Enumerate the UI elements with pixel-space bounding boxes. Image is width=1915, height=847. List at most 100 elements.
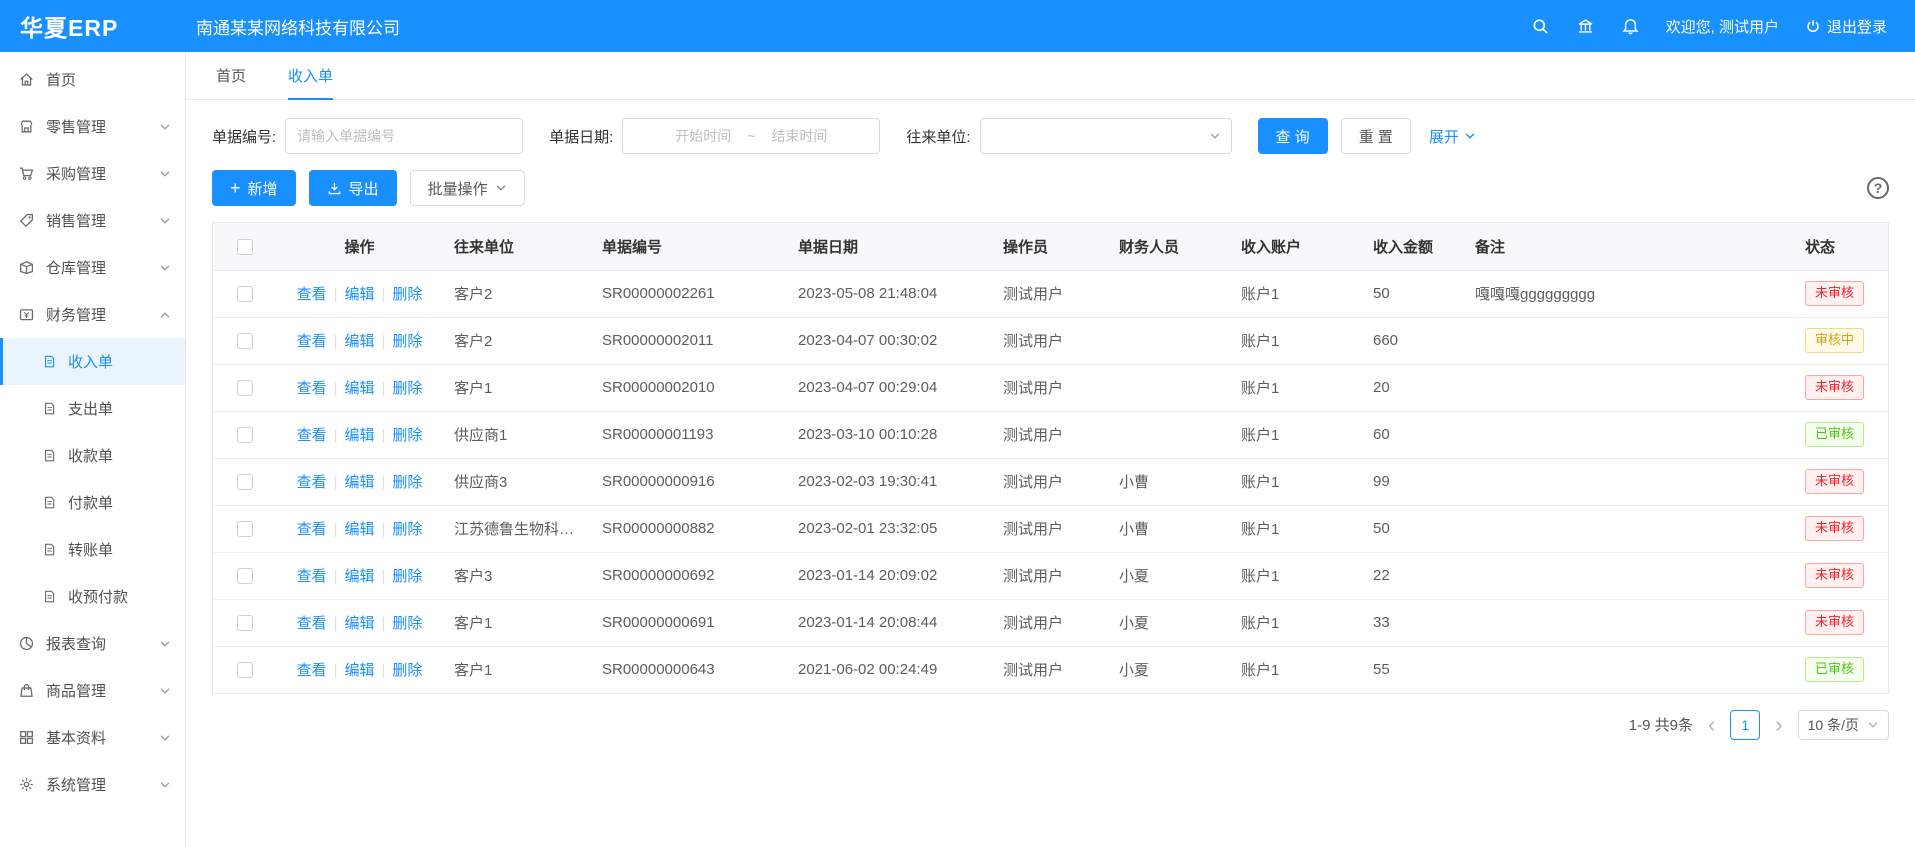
remark-cell xyxy=(1463,599,1793,646)
sidebar-subitem-payment-bill[interactable]: 付款单 xyxy=(0,479,185,526)
edit-link[interactable]: 编辑 xyxy=(344,286,374,303)
partner-select[interactable] xyxy=(980,118,1232,154)
sidebar-item-retail[interactable]: 零售管理 xyxy=(0,103,185,150)
page-size-select[interactable]: 10 条/页 xyxy=(1798,710,1889,740)
delete-link[interactable]: 删除 xyxy=(392,427,422,444)
view-link[interactable]: 查看 xyxy=(297,286,327,303)
tab-home[interactable]: 首页 xyxy=(216,52,246,100)
delete-link[interactable]: 删除 xyxy=(392,474,422,491)
op-separator: | xyxy=(382,662,386,679)
remark-cell xyxy=(1463,458,1793,505)
delete-link[interactable]: 删除 xyxy=(392,380,422,397)
row-checkbox[interactable] xyxy=(237,615,253,631)
bank-icon[interactable] xyxy=(1576,17,1595,36)
bill-no-cell: SR00000000916 xyxy=(590,458,786,505)
row-checkbox[interactable] xyxy=(237,380,253,396)
amount-cell: 660 xyxy=(1361,317,1463,364)
status-badge: 未审核 xyxy=(1805,610,1864,634)
bill-no-input[interactable] xyxy=(285,118,523,154)
sidebar-subitem-transfer-bill[interactable]: 转账单 xyxy=(0,526,185,573)
edit-link[interactable]: 编辑 xyxy=(344,333,374,350)
edit-link[interactable]: 编辑 xyxy=(344,474,374,491)
edit-link[interactable]: 编辑 xyxy=(344,568,374,585)
sidebar-item-basic[interactable]: 基本资料 xyxy=(0,714,185,761)
select-all-checkbox[interactable] xyxy=(237,239,253,255)
logout-button[interactable]: 退出登录 xyxy=(1805,16,1887,37)
date-range-picker[interactable]: 开始时间 ~ 结束时间 xyxy=(622,118,880,154)
export-label: 导出 xyxy=(349,178,379,199)
date-cell: 2021-06-02 00:24:49 xyxy=(786,646,991,693)
view-link[interactable]: 查看 xyxy=(297,521,327,538)
search-button[interactable]: 查 询 xyxy=(1258,118,1328,154)
date-separator: ~ xyxy=(747,128,755,144)
batch-button[interactable]: 批量操作 xyxy=(410,170,525,206)
remark-cell: 嘎嘎嘎ggggggggg xyxy=(1463,270,1793,317)
col-header-date: 单据日期 xyxy=(786,223,991,270)
finance-cell: 小夏 xyxy=(1107,552,1229,599)
col-header-operator: 操作员 xyxy=(991,223,1107,270)
view-link[interactable]: 查看 xyxy=(297,333,327,350)
sidebar-item-warehouse[interactable]: 仓库管理 xyxy=(0,244,185,291)
partner-cell: 客户1 xyxy=(442,646,590,693)
expand-link[interactable]: 展开 xyxy=(1429,126,1476,147)
sidebar-item-finance[interactable]: 财务管理 xyxy=(0,291,185,338)
action-bar: + 新增 导出 批量操作 ? xyxy=(212,170,1889,206)
sidebar-subitem-receipt-bill[interactable]: 收款单 xyxy=(0,432,185,479)
reset-button[interactable]: 重 置 xyxy=(1341,118,1411,154)
row-checkbox[interactable] xyxy=(237,662,253,678)
edit-link[interactable]: 编辑 xyxy=(344,662,374,679)
sidebar-item-system[interactable]: 系统管理 xyxy=(0,761,185,808)
welcome-text[interactable]: 欢迎您, 测试用户 xyxy=(1666,16,1779,37)
current-page-button[interactable]: 1 xyxy=(1730,710,1760,740)
help-icon[interactable]: ? xyxy=(1867,177,1889,199)
sidebar-subitem-advance-receipt[interactable]: 收预付款 xyxy=(0,573,185,620)
row-checkbox[interactable] xyxy=(237,521,253,537)
row-checkbox[interactable] xyxy=(237,286,253,302)
view-link[interactable]: 查看 xyxy=(297,474,327,491)
edit-link[interactable]: 编辑 xyxy=(344,427,374,444)
finance-cell xyxy=(1107,411,1229,458)
view-link[interactable]: 查看 xyxy=(297,427,327,444)
bell-icon[interactable] xyxy=(1621,17,1640,36)
sidebar-item-report[interactable]: 报表查询 xyxy=(0,620,185,667)
ops-cell: 查看|编辑|删除 xyxy=(277,505,442,552)
tab-bar: 首页收入单 xyxy=(186,52,1915,100)
search-icon[interactable] xyxy=(1531,17,1550,36)
edit-link[interactable]: 编辑 xyxy=(344,615,374,632)
row-checkbox[interactable] xyxy=(237,333,253,349)
system-icon xyxy=(18,776,35,793)
sidebar-item-sales[interactable]: 销售管理 xyxy=(0,197,185,244)
view-link[interactable]: 查看 xyxy=(297,380,327,397)
chevron-down-icon xyxy=(495,182,507,194)
operator-cell: 测试用户 xyxy=(991,505,1107,552)
operator-cell: 测试用户 xyxy=(991,270,1107,317)
sidebar-item-purchase[interactable]: 采购管理 xyxy=(0,150,185,197)
edit-link[interactable]: 编辑 xyxy=(344,380,374,397)
tab-income-bill[interactable]: 收入单 xyxy=(288,52,333,100)
sidebar-item-label: 报表查询 xyxy=(46,633,159,654)
next-page-button[interactable]: › xyxy=(1773,714,1784,736)
delete-link[interactable]: 删除 xyxy=(392,662,422,679)
add-button[interactable]: + 新增 xyxy=(212,170,296,206)
row-checkbox[interactable] xyxy=(237,474,253,490)
view-link[interactable]: 查看 xyxy=(297,615,327,632)
amount-cell: 22 xyxy=(1361,552,1463,599)
sidebar-subitem-expense-bill[interactable]: 支出单 xyxy=(0,385,185,432)
row-checkbox[interactable] xyxy=(237,427,253,443)
edit-link[interactable]: 编辑 xyxy=(344,521,374,538)
export-button[interactable]: 导出 xyxy=(309,170,397,206)
prev-page-button[interactable]: ‹ xyxy=(1706,714,1717,736)
delete-link[interactable]: 删除 xyxy=(392,286,422,303)
delete-link[interactable]: 删除 xyxy=(392,521,422,538)
view-link[interactable]: 查看 xyxy=(297,568,327,585)
delete-link[interactable]: 删除 xyxy=(392,333,422,350)
delete-link[interactable]: 删除 xyxy=(392,615,422,632)
sidebar-item-goods[interactable]: 商品管理 xyxy=(0,667,185,714)
sidebar-item-home[interactable]: 首页 xyxy=(0,56,185,103)
sidebar-item-label: 首页 xyxy=(46,69,171,90)
delete-link[interactable]: 删除 xyxy=(392,568,422,585)
row-checkbox[interactable] xyxy=(237,568,253,584)
sidebar-subitem-income-bill[interactable]: 收入单 xyxy=(0,338,185,385)
view-link[interactable]: 查看 xyxy=(297,662,327,679)
date-cell: 2023-04-07 00:29:04 xyxy=(786,364,991,411)
